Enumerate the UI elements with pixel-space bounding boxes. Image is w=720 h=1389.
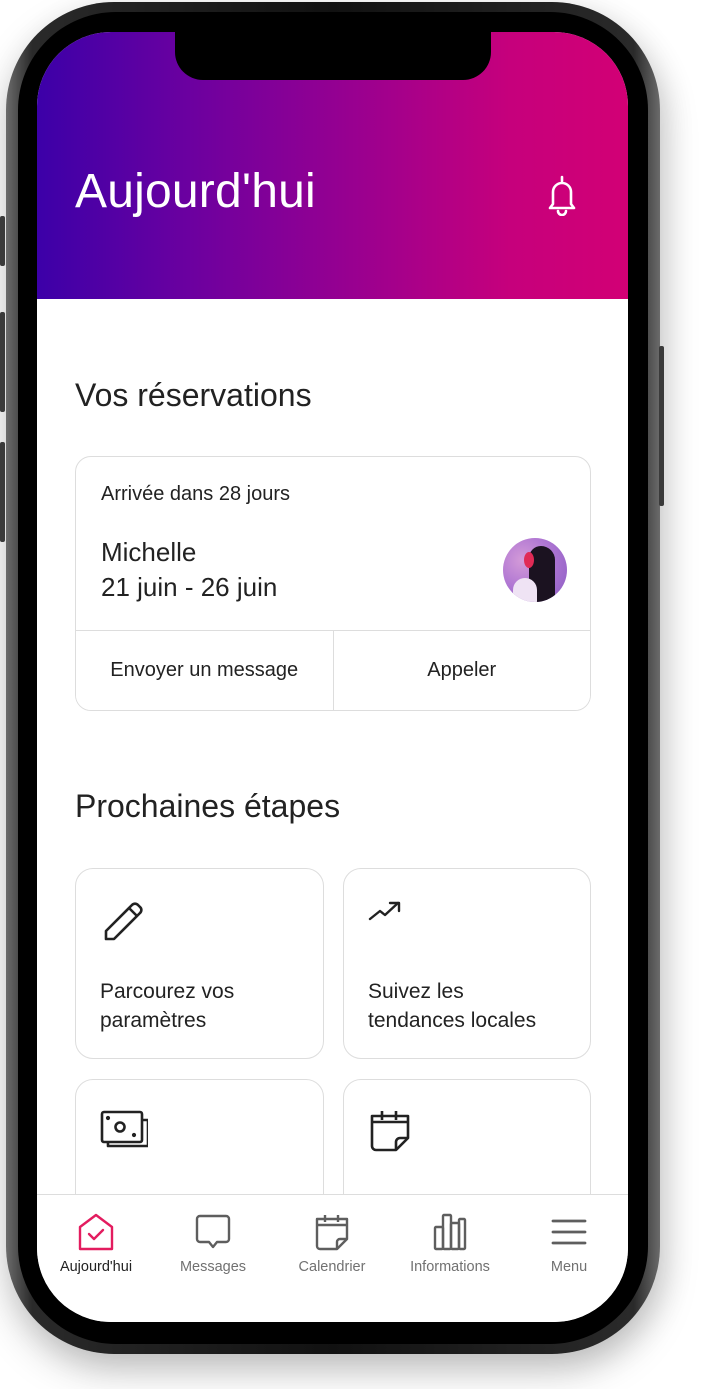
- stage: Aujourd'hui Vos réservations Arrivée dan…: [0, 0, 720, 1389]
- money-icon: [100, 1110, 148, 1148]
- calendar-icon: [315, 1215, 349, 1251]
- nav-label: Aujourd'hui: [59, 1259, 133, 1275]
- nav-tab-calendar[interactable]: Calendrier: [273, 1195, 391, 1295]
- bell-icon: [548, 175, 576, 217]
- trending-up-icon: [368, 901, 401, 921]
- tile-label: Parcourez vos paramètres: [100, 977, 234, 1035]
- next-step-tile-calendar[interactable]: [343, 1079, 591, 1194]
- home-check-icon: [78, 1213, 114, 1251]
- page-title: Aujourd'hui: [75, 165, 316, 218]
- next-step-tile-settings[interactable]: Parcourez vos paramètres: [75, 868, 324, 1059]
- nav-label: Menu: [550, 1259, 588, 1275]
- tile-label-line2: tendances locales: [368, 1009, 537, 1032]
- bottom-navigation: Aujourd'hui Messages Calendrier Informat…: [37, 1194, 628, 1322]
- call-button[interactable]: Appeler: [332, 631, 590, 710]
- send-message-button[interactable]: Envoyer un message: [76, 631, 333, 710]
- main-content: Vos réservations Arrivée dans 28 jours M…: [37, 299, 628, 1194]
- tile-label-line1: Parcourez vos: [100, 980, 235, 1003]
- reservations-heading: Vos réservations: [75, 377, 312, 413]
- hamburger-menu-icon: [551, 1219, 587, 1245]
- nav-tab-messages[interactable]: Messages: [154, 1195, 272, 1295]
- tile-label-line2: paramètres: [100, 1009, 207, 1032]
- notch: [175, 32, 491, 80]
- nav-label: Calendrier: [298, 1259, 366, 1275]
- calendar-icon: [370, 1111, 410, 1152]
- tile-label: Suivez les tendances locales: [368, 977, 536, 1035]
- notifications-button[interactable]: [543, 174, 581, 217]
- reservation-actions: Envoyer un message Appeler: [76, 630, 590, 710]
- stay-dates: 21 juin - 26 juin: [101, 572, 278, 602]
- nav-label: Messages: [179, 1259, 247, 1275]
- power-button: [659, 346, 664, 506]
- mute-switch: [0, 216, 5, 266]
- avatar-shoulder: [513, 578, 537, 602]
- nav-tab-menu[interactable]: Menu: [510, 1195, 628, 1295]
- nav-tab-today[interactable]: Aujourd'hui: [37, 1195, 155, 1295]
- chat-bubble-icon: [195, 1214, 231, 1249]
- next-step-tile-trends[interactable]: Suivez les tendances locales: [343, 868, 591, 1059]
- arrival-countdown: Arrivée dans 28 jours: [101, 483, 290, 505]
- next-steps-heading: Prochaines étapes: [75, 788, 341, 824]
- phone-screen: Aujourd'hui Vos réservations Arrivée dan…: [37, 32, 628, 1322]
- tile-label-line1: Suivez les: [368, 980, 464, 1003]
- avatar-face: [524, 552, 534, 568]
- pencil-icon: [104, 902, 143, 941]
- bar-chart-icon: [433, 1213, 467, 1251]
- guest-name: Michelle: [101, 537, 197, 567]
- nav-tab-insights[interactable]: Informations: [391, 1195, 509, 1295]
- nav-label: Informations: [410, 1259, 490, 1275]
- volume-up-button: [0, 312, 5, 412]
- next-step-tile-payouts[interactable]: [75, 1079, 324, 1194]
- guest-avatar[interactable]: [503, 538, 567, 602]
- volume-down-button: [0, 442, 5, 542]
- reservation-card[interactable]: Arrivée dans 28 jours Michelle 21 juin -…: [75, 456, 591, 711]
